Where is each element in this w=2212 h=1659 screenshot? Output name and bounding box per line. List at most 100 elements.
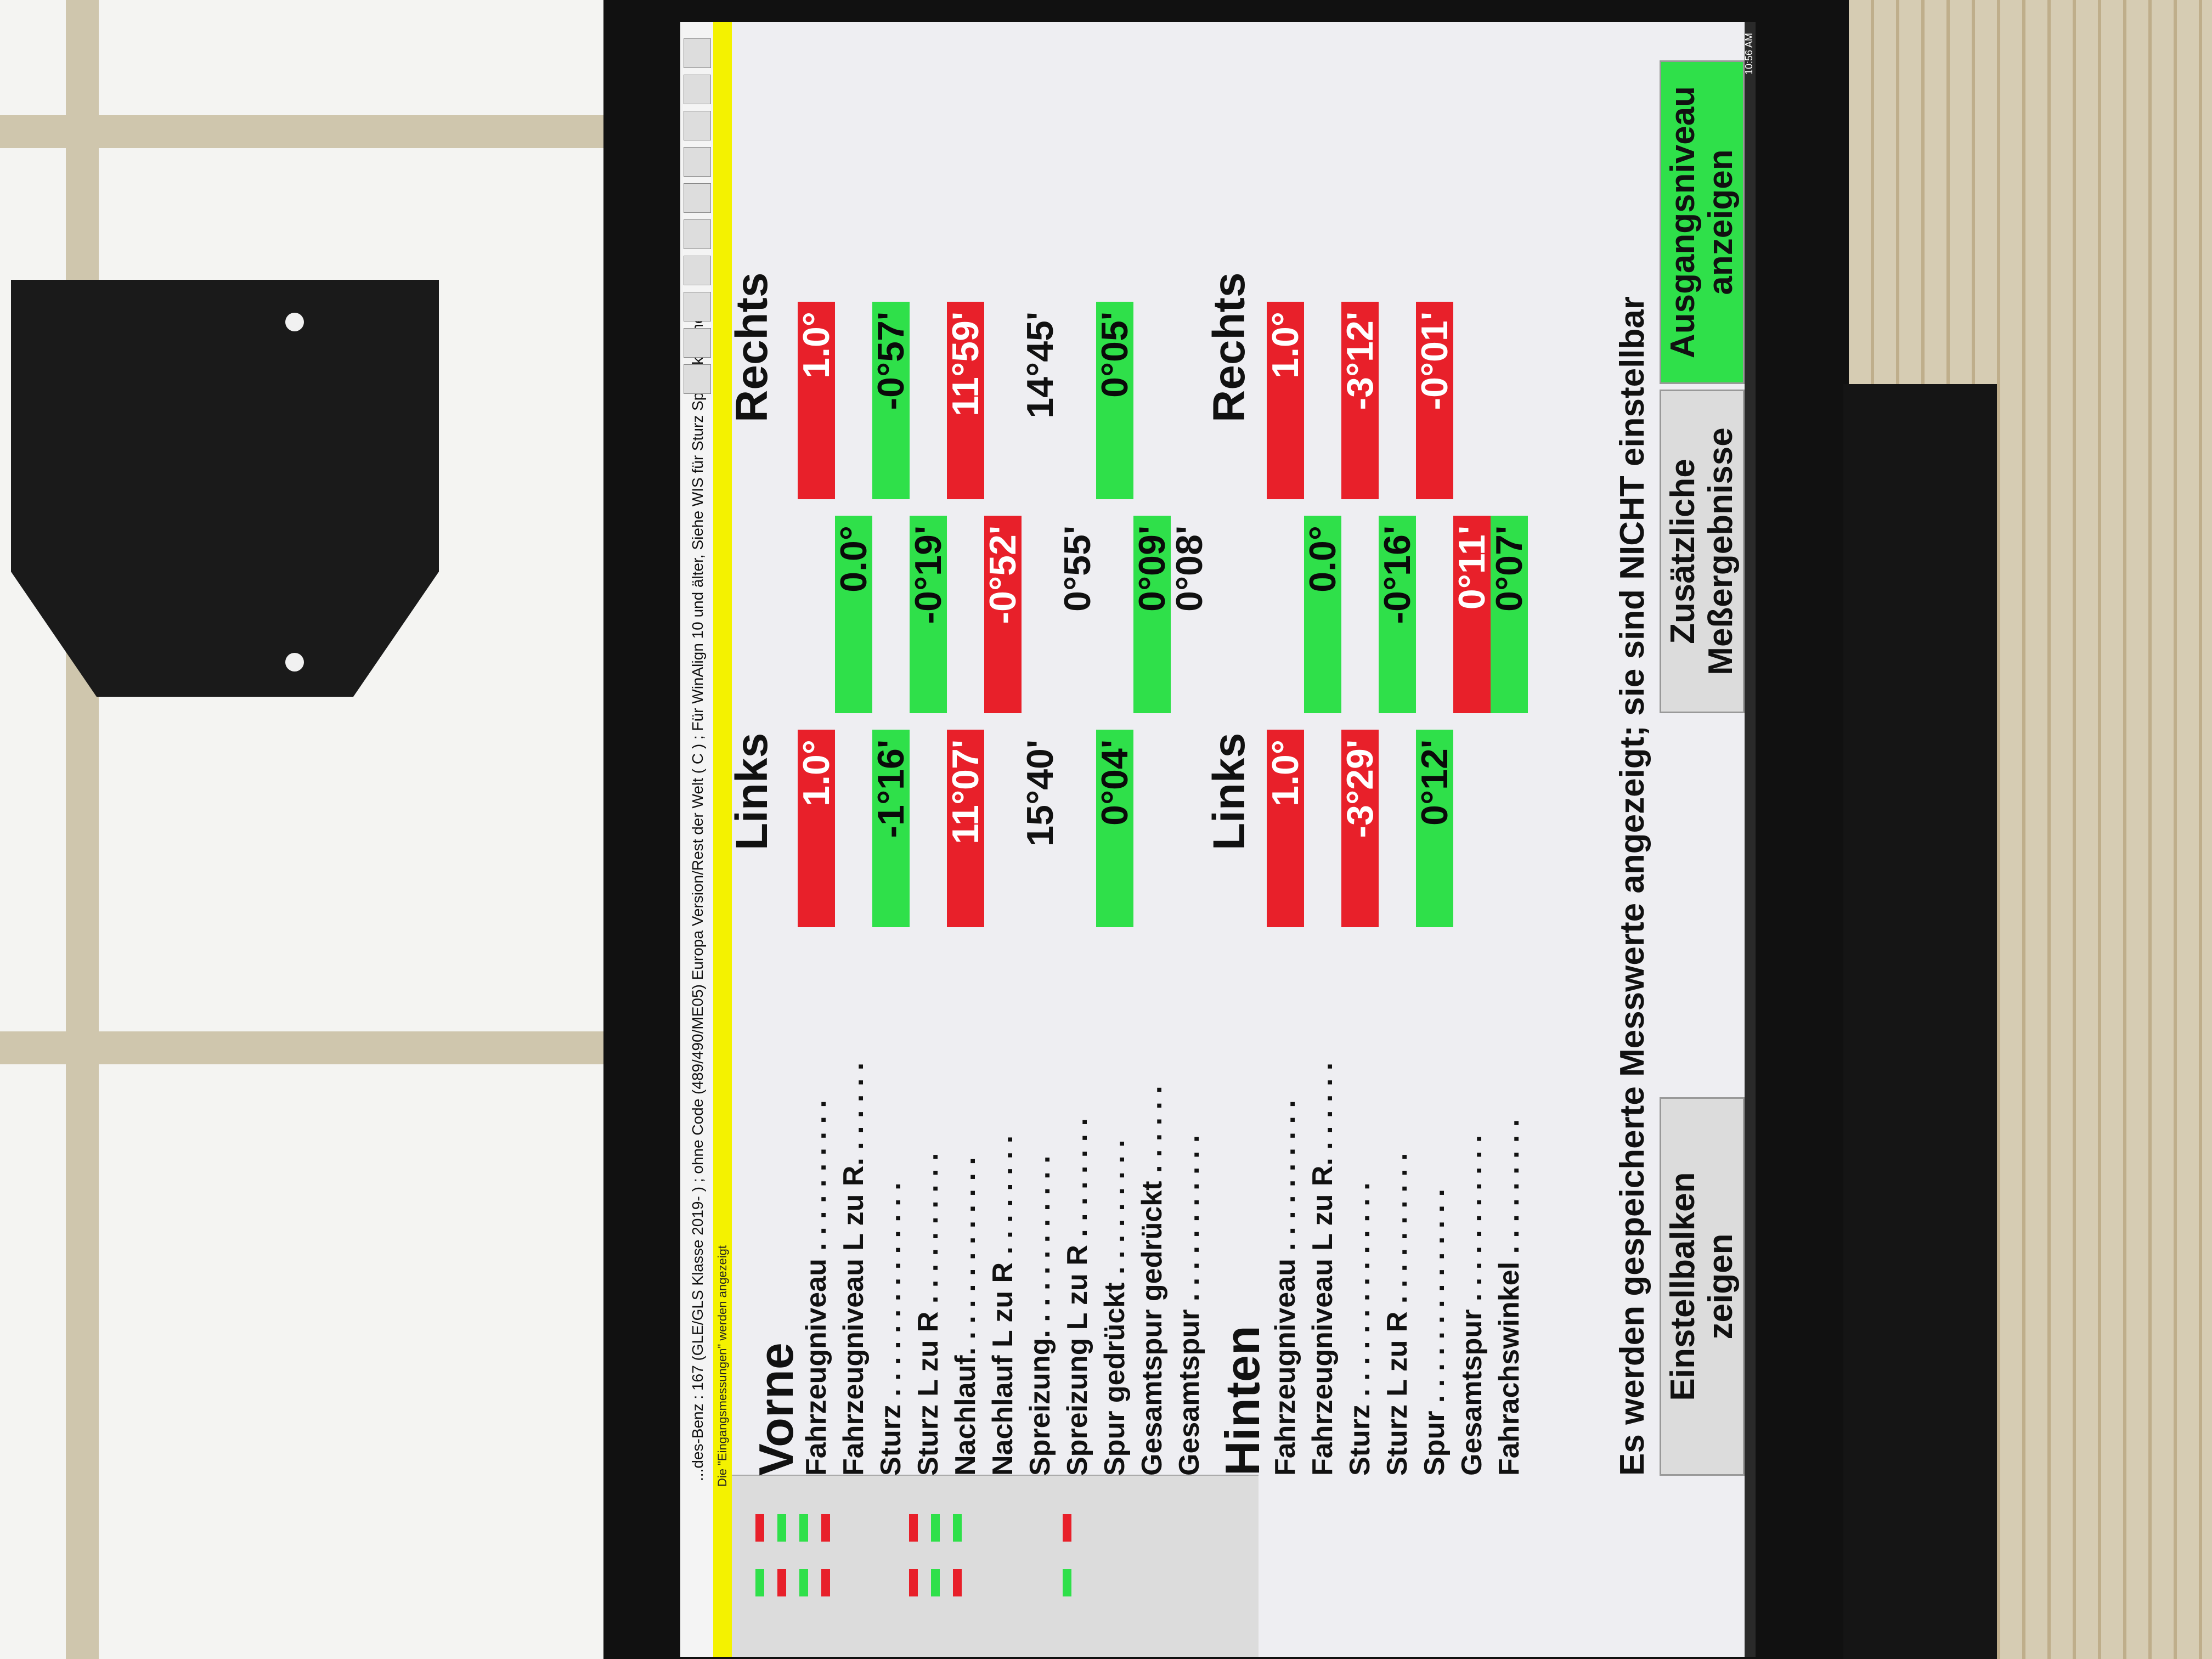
measurement-row: Gesamtspur . . . . . . . . . . . 0°11': [1451, 22, 1493, 1476]
col-head-right: Rechts: [1204, 272, 1254, 422]
measurement-label: Nachlauf L zu R . . . . . . . .: [987, 1135, 1019, 1476]
measurement-label: Gesamtspur . . . . . . . . . . .: [1173, 1135, 1205, 1476]
toolbar-icon[interactable]: [684, 328, 711, 358]
summary-panel: [732, 1475, 1259, 1657]
toolbar-icon[interactable]: [684, 219, 711, 249]
einstellbalken-button[interactable]: Einstellbalken zeigen: [1660, 1097, 1745, 1476]
measurement-row: Spreizung L zu R . . . . . . . . 0°55': [1057, 22, 1098, 1476]
measurement-value-center: 0°55': [1057, 526, 1098, 612]
measurement-row: Sturz . . . . . . . . . . . . . . -3°29' -…: [1339, 22, 1381, 1476]
button-label: anzeigen: [1701, 149, 1740, 295]
measurement-row: Fahrzeugniveau . . . . . . . . . . 1.0° 1.…: [1265, 22, 1306, 1476]
toolbar-icon[interactable]: [684, 364, 711, 394]
measurement-row: Sturz L zu R . . . . . . . . . . -0°19': [907, 22, 949, 1476]
measurement-value-center: 0.0°: [1302, 516, 1344, 713]
measurement-label: Fahrzeugniveau . . . . . . . . . .: [800, 1100, 832, 1476]
measurement-table: Vorne Links Rechts Fahrzeugniveau . . . …: [727, 22, 1599, 1476]
measurement-value-right: -0°57': [870, 302, 912, 499]
measurement-label: Spreizung. . . . . . . . . . . .: [1024, 1155, 1056, 1476]
toolbar-icon[interactable]: [684, 147, 711, 177]
measurement-value-center: 0°08': [1169, 526, 1210, 612]
measurement-value-right: 14°45': [1019, 312, 1061, 419]
measurement-row: Spur . . . . . . . . . . . . . . 0°12' -0°…: [1414, 22, 1455, 1476]
button-label: Zusätzliche: [1664, 459, 1702, 644]
col-head-left: Links: [727, 732, 777, 850]
measurement-value-center: -0°19': [907, 516, 949, 713]
ausgangsniveau-anzeigen-button[interactable]: Ausgangsniveau anzeigen: [1660, 60, 1745, 384]
measurement-value-left: 1.0°: [1265, 730, 1306, 927]
measurement-label: Sturz . . . . . . . . . . . . . .: [875, 1182, 907, 1476]
summary-row: [798, 1481, 810, 1651]
measurement-value-right: 1.0°: [795, 302, 837, 499]
section-title-front: Vorne: [749, 1342, 803, 1476]
measurement-label: Fahrachswinkel . . . . . . . . .: [1493, 1119, 1525, 1476]
taskbar: 10:56 AM: [1743, 22, 1756, 1657]
section-title-rear: Hinten: [1215, 1325, 1269, 1476]
measurement-value-right: 0°05': [1094, 302, 1136, 499]
measurement-row: Gesamtspur gedrückt . . . . . . 0°09': [1131, 22, 1173, 1476]
measurement-row: Gesamtspur . . . . . . . . . . . 0°08': [1169, 22, 1210, 1476]
button-label: Ausgangsniveau: [1664, 86, 1702, 359]
col-head-right: Rechts: [727, 272, 777, 422]
measurement-row: Sturz . . . . . . . . . . . . . . -1°16' -…: [870, 22, 912, 1476]
summary-row: [951, 1481, 963, 1651]
measurement-value-center: -0°16': [1376, 516, 1418, 713]
measurement-value-left: -3°29': [1339, 730, 1381, 927]
measurement-row: Spur gedrückt . . . . . . . . . 0°04' 0°05…: [1094, 22, 1136, 1476]
summary-row: [929, 1481, 941, 1651]
measurement-label: Spreizung L zu R . . . . . . . .: [1062, 1118, 1093, 1476]
measurement-row: Spreizung. . . . . . . . . . . . 15°40' 14…: [1019, 22, 1061, 1476]
measurement-label: Spur gedrückt . . . . . . . . .: [1099, 1139, 1131, 1476]
toolbar-icon[interactable]: [684, 292, 711, 321]
measurement-value-center: 0°09': [1131, 516, 1173, 713]
measurement-value-right: -0°01': [1414, 302, 1455, 499]
measurement-value-left: 11°07': [945, 730, 986, 927]
alignment-app: ...des-Benz : 167 (GLE/GLS Klasse 2019- …: [680, 22, 1756, 1657]
toolbar-icon[interactable]: [684, 75, 711, 104]
measurement-value-left: -1°16': [870, 730, 912, 927]
measurement-label: Sturz L zu R . . . . . . . . . .: [912, 1153, 944, 1476]
measurement-label: Fahrzeugniveau . . . . . . . . . .: [1269, 1100, 1301, 1476]
measurement-value-center: 0°07': [1488, 516, 1530, 713]
col-head-left: Links: [1204, 732, 1254, 850]
summary-row: [907, 1481, 919, 1651]
taskbar-clock: 10:56 AM: [1743, 33, 1754, 75]
toolbar-icon[interactable]: [684, 183, 711, 213]
measurement-value-left: 15°40': [1019, 740, 1061, 847]
measurement-label: Spur . . . . . . . . . . . . . .: [1419, 1189, 1451, 1476]
measurement-row: Nachlauf. . . . . . . . . . . . . 11°07' 1…: [945, 22, 986, 1476]
measurement-value-right: -3°12': [1339, 302, 1381, 499]
measurement-value-center: 0.0°: [833, 516, 874, 713]
measurement-row: Fahrzeugniveau L zu R. . . . . . . 0.0°: [1302, 22, 1344, 1476]
measurement-label: Sturz . . . . . . . . . . . . . .: [1344, 1182, 1376, 1476]
monitor-arm: [1843, 384, 1997, 1659]
toolbar-icon[interactable]: [684, 256, 711, 285]
measurement-value-left: 0°04': [1094, 730, 1136, 927]
measurement-value-right: 11°59': [945, 302, 986, 499]
background-window: [0, 0, 614, 1659]
measurement-row: Fahrachswinkel . . . . . . . . . 0°07': [1488, 22, 1530, 1476]
notice-text: Die "Eingangsmessungen" werden angezeigt: [715, 1245, 729, 1487]
toolbar: [684, 38, 711, 394]
measurement-row: Nachlauf L zu R . . . . . . . . -0°52': [982, 22, 1024, 1476]
measurement-label: Fahrzeugniveau L zu R. . . . . . .: [838, 1062, 870, 1476]
measurement-row: Fahrzeugniveau . . . . . . . . . . 1.0° 1.…: [795, 22, 837, 1476]
zusaetzliche-messergebnisse-button[interactable]: Zusätzliche Meßergebnisse: [1660, 390, 1745, 713]
measurement-value-right: 1.0°: [1265, 302, 1306, 499]
measurement-value-center: -0°52': [982, 516, 1024, 713]
measurement-label: Fahrzeugniveau L zu R. . . . . . .: [1307, 1062, 1339, 1476]
button-label: Einstellbalken: [1664, 1172, 1702, 1401]
measurement-value-left: 1.0°: [795, 730, 837, 927]
toolbar-icon[interactable]: [684, 38, 711, 68]
button-label: zeigen: [1701, 1233, 1740, 1340]
toolbar-icon[interactable]: [684, 111, 711, 140]
window-title: ...des-Benz : 167 (GLE/GLS Klasse 2019- …: [689, 307, 706, 1481]
measurement-label: Nachlauf. . . . . . . . . . . . .: [950, 1157, 981, 1476]
measurement-value-center: 0°11': [1451, 516, 1493, 713]
status-message: Es werden gespeicherte Messwerte angezei…: [1613, 296, 1651, 1476]
monitor-screen: ...des-Benz : 167 (GLE/GLS Klasse 2019- …: [680, 22, 1756, 1657]
summary-row: [1061, 1481, 1073, 1651]
measurement-label: Gesamtspur . . . . . . . . . . .: [1456, 1135, 1488, 1476]
measurement-value-left: 0°12': [1414, 730, 1455, 927]
summary-row: [776, 1481, 788, 1651]
